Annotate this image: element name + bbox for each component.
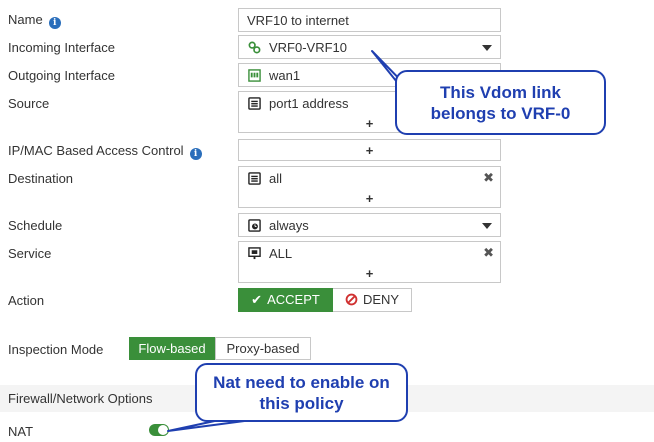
nat-callout-line-2: this policy	[259, 394, 344, 413]
nat-callout-line-1: Nat need to enable on	[213, 373, 390, 392]
vdom-link-callout: This Vdom link belongs to VRF-0	[395, 70, 606, 135]
vdom-callout-line-1: This Vdom link	[440, 83, 561, 102]
vdom-callout-line-2: belongs to VRF-0	[430, 104, 571, 123]
nat-callout: Nat need to enable on this policy	[195, 363, 408, 422]
